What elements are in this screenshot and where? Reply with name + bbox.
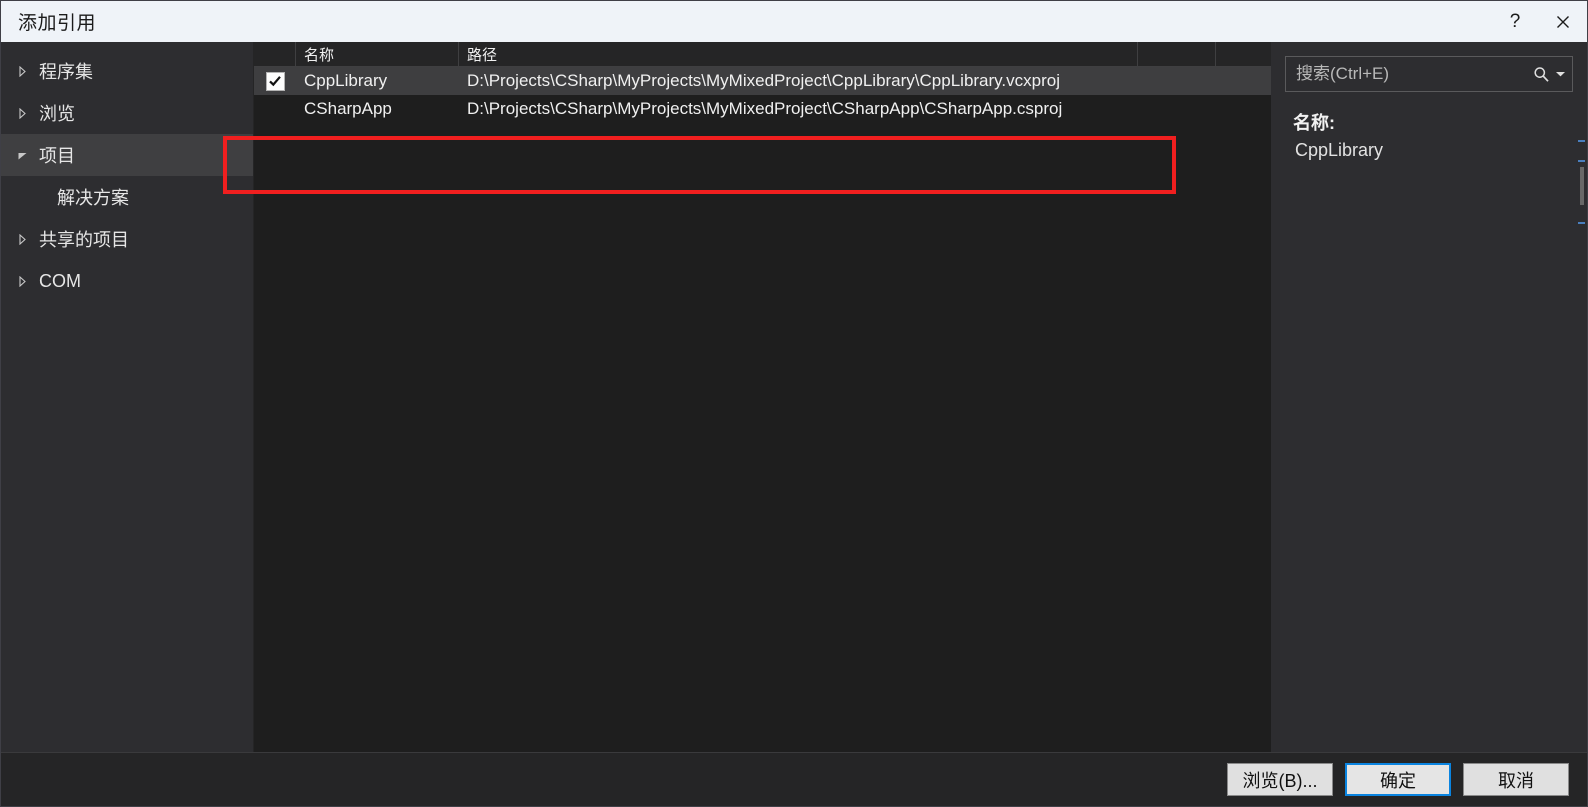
sidebar-item-label: 项目: [39, 146, 75, 166]
column-header-extra-2[interactable]: [1216, 42, 1271, 66]
detail-name-value: CppLibrary: [1295, 140, 1384, 160]
sidebar-item-assemblies[interactable]: 程序集: [1, 50, 253, 92]
sidebar-item-solution[interactable]: 解决方案: [1, 176, 253, 218]
column-header-checkbox[interactable]: [254, 42, 296, 66]
sidebar-item-label: 解决方案: [57, 188, 129, 208]
search-controls[interactable]: [1529, 66, 1566, 83]
help-button[interactable]: ?: [1491, 1, 1539, 42]
sidebar-item-projects[interactable]: 项目: [1, 134, 253, 176]
add-reference-dialog: 添加引用 ? 程序集 浏览 项目 解决方案 共享的项目 COM 名称 路径 Cp…: [0, 0, 1588, 807]
row-name-cell: CSharpApp: [304, 99, 392, 118]
reference-grid: 名称 路径 CppLibrary D:\Projects\CSharp\MyPr: [254, 42, 1271, 752]
sidebar-item-label: 浏览: [39, 104, 75, 124]
sidebar-item-browse[interactable]: 浏览: [1, 92, 253, 134]
detail-name-label: 名称:: [1293, 113, 1335, 133]
sidebar-item-shared-projects[interactable]: 共享的项目: [1, 218, 253, 260]
chevron-right-icon: [11, 233, 33, 245]
scrollbar-thumb[interactable]: [1580, 167, 1584, 205]
page-title: 添加引用: [18, 13, 97, 34]
close-button[interactable]: [1539, 1, 1587, 42]
row-checkbox-cell[interactable]: [254, 99, 296, 119]
window-controls: ?: [1491, 1, 1587, 42]
chevron-right-icon: [11, 275, 33, 287]
details-scrollbar[interactable]: [1577, 42, 1587, 752]
category-sidebar: 程序集 浏览 项目 解决方案 共享的项目 COM: [1, 42, 254, 752]
row-path-cell: D:\Projects\CSharp\MyProjects\MyMixedPro…: [467, 71, 1060, 90]
dialog-footer: 浏览(B)... 确定 取消: [1, 752, 1587, 806]
table-row[interactable]: CppLibrary D:\Projects\CSharp\MyProjects…: [254, 67, 1271, 95]
search-input[interactable]: [1296, 64, 1529, 84]
details-panel: 名称: CppLibrary: [1271, 42, 1587, 752]
chevron-right-icon: [11, 107, 33, 119]
search-box[interactable]: [1285, 56, 1573, 92]
checkbox-unchecked-icon[interactable]: [265, 99, 285, 119]
dialog-body: 程序集 浏览 项目 解决方案 共享的项目 COM 名称 路径 CppLibrar…: [1, 42, 1587, 752]
scrollbar-marker: [1578, 160, 1585, 162]
question-mark-icon: ?: [1509, 11, 1521, 32]
scrollbar-marker: [1578, 222, 1585, 224]
row-name-cell: CppLibrary: [304, 71, 388, 90]
chevron-down-icon: [11, 150, 33, 161]
chevron-right-icon: [11, 65, 33, 77]
table-row[interactable]: CSharpApp D:\Projects\CSharp\MyProjects\…: [254, 95, 1271, 123]
row-path-cell: D:\Projects\CSharp\MyProjects\MyMixedPro…: [467, 99, 1063, 118]
close-icon: [1557, 15, 1569, 28]
browse-button[interactable]: 浏览(B)...: [1227, 763, 1333, 796]
sidebar-item-label: COM: [39, 270, 81, 291]
column-header-path[interactable]: 路径: [459, 42, 1138, 66]
reference-list-panel: 名称 路径 CppLibrary D:\Projects\CSharp\MyPr: [254, 42, 1271, 752]
row-checkbox-cell[interactable]: [254, 71, 296, 91]
column-header-extra-1[interactable]: [1138, 42, 1216, 66]
grid-header-row: 名称 路径: [254, 42, 1271, 67]
selected-item-details: 名称: CppLibrary: [1285, 92, 1573, 163]
grid-body: CppLibrary D:\Projects\CSharp\MyProjects…: [254, 67, 1271, 752]
search-icon: [1534, 66, 1549, 82]
cancel-button[interactable]: 取消: [1463, 763, 1569, 796]
sidebar-item-com[interactable]: COM: [1, 260, 253, 302]
checkbox-checked-icon[interactable]: [265, 71, 285, 91]
title-bar: 添加引用 ?: [1, 1, 1587, 42]
sidebar-item-label: 共享的项目: [39, 230, 129, 250]
ok-button[interactable]: 确定: [1345, 763, 1451, 796]
column-header-name[interactable]: 名称: [296, 42, 459, 66]
sidebar-item-label: 程序集: [39, 62, 93, 82]
scrollbar-marker: [1578, 140, 1585, 142]
chevron-down-icon[interactable]: [1555, 70, 1566, 78]
